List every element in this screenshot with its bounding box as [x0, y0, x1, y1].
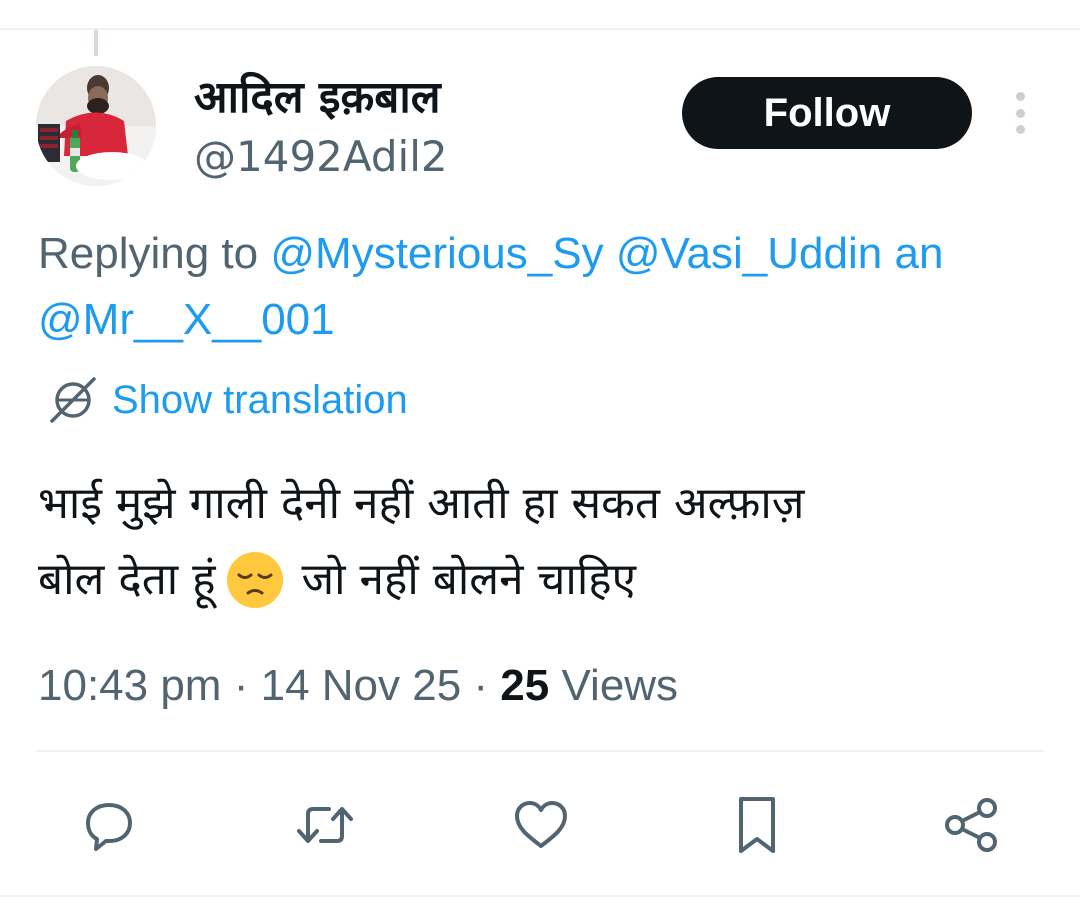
mention-link[interactable]: @Mysterious_Sy	[270, 229, 603, 278]
retweet-icon	[297, 807, 353, 843]
tweet-text-segment: जो नहीं बोलने चाहिए	[301, 554, 636, 605]
bookmark-button[interactable]	[726, 794, 788, 856]
tweet-meta: 10:43 pm · 14 Nov 25 · 25 Views	[38, 656, 678, 716]
share-button[interactable]	[940, 794, 1002, 856]
top-divider	[0, 28, 1080, 30]
views-label[interactable]: Views	[561, 661, 678, 710]
avatar[interactable]	[36, 66, 156, 186]
show-translation-label[interactable]: Show translation	[112, 378, 408, 423]
replying-to: Replying to @Mysterious_Sy @Vasi_Uddin a…	[38, 218, 1080, 290]
mention-link[interactable]: @Mr__X__001	[38, 290, 335, 350]
avatar-photo	[36, 66, 156, 186]
more-options-icon[interactable]	[1004, 92, 1036, 134]
tweet-text: भाई मुझे गाली देनी नहीं आती हा सकत अल्फ़…	[38, 466, 1048, 618]
speech-bubble-icon	[86, 803, 132, 851]
like-button[interactable]	[510, 794, 572, 856]
meta-separator: ·	[233, 661, 249, 710]
mention-link-truncated[interactable]: an	[894, 229, 943, 278]
tweet-date[interactable]: 14 Nov 25	[261, 661, 462, 710]
tweet-time[interactable]: 10:43 pm	[38, 661, 221, 710]
actions-divider	[36, 750, 1044, 752]
retweet-button[interactable]	[294, 794, 356, 856]
show-translation[interactable]: Show translation	[48, 372, 408, 428]
tweet-card: आदिल इक़बाल @1492Adil2 Follow Replying t…	[0, 0, 1080, 905]
thread-connector-line	[94, 30, 98, 56]
author-display-name[interactable]: आदिल इक़बाल	[194, 72, 441, 124]
replying-to-prefix: Replying to	[38, 229, 259, 278]
tweet-text-line: भाई मुझे गाली देनी नहीं आती हा सकत अल्फ़…	[38, 478, 805, 529]
tweet-text-segment: बोल देता हूं	[38, 554, 216, 605]
mention-link[interactable]: @Vasi_Uddin	[616, 229, 882, 278]
tweet-text-line: बोल देता हूं जो नहीं बोलने चाहिए	[38, 542, 1048, 618]
views-count[interactable]: 25	[500, 661, 549, 710]
reply-button[interactable]	[78, 794, 140, 856]
meta-separator: ·	[473, 661, 489, 710]
translate-globe-icon	[50, 377, 96, 423]
bottom-divider	[0, 895, 1080, 897]
author-handle[interactable]: @1492Adil2	[194, 132, 448, 182]
heart-icon	[515, 801, 567, 848]
more-dot	[1015, 125, 1025, 134]
more-dot	[1015, 108, 1025, 118]
follow-button[interactable]: Follow	[682, 77, 972, 149]
disappointed-face-icon	[226, 552, 283, 608]
share-icon	[945, 798, 997, 852]
bookmark-icon	[739, 797, 775, 853]
more-dot	[1015, 92, 1025, 101]
